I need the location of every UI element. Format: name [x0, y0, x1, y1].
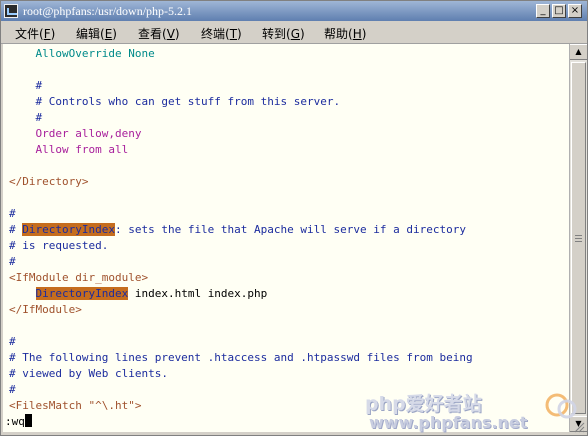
terminal-line: # The following lines prevent .htaccess … [9, 351, 473, 364]
terminal-line: # DirectoryIndex: sets the file that Apa… [9, 223, 466, 236]
title-bar[interactable]: root@phpfans:/usr/down/php-5.2.1 _ □ × [1, 1, 587, 21]
watermark-url: www.phpfans.net [369, 413, 528, 432]
menu-edit[interactable]: 编辑(E) [76, 25, 117, 42]
vim-command: :wq [5, 415, 25, 428]
scroll-up-arrow-icon[interactable]: ▲ [570, 44, 587, 60]
menu-view[interactable]: 查看(V) [138, 25, 180, 42]
grip-line [575, 235, 582, 236]
terminal-line: # [9, 79, 43, 92]
terminal-line: # viewed by Web clients. [9, 367, 168, 380]
menu-help[interactable]: 帮助(H) [324, 25, 366, 42]
terminal-line: AllowOverride None [9, 47, 155, 60]
grip-line [575, 238, 582, 239]
close-button[interactable]: × [568, 4, 582, 18]
command-line[interactable]: :wq [5, 414, 32, 430]
search-highlight: DirectoryIndex [22, 223, 115, 236]
terminal-line: # [9, 111, 43, 124]
terminal-line: # [9, 335, 16, 348]
terminal-window: root@phpfans:/usr/down/php-5.2.1 _ □ × 文… [0, 0, 588, 436]
terminal-line: Order allow,deny [9, 127, 142, 140]
window-title: root@phpfans:/usr/down/php-5.2.1 [23, 4, 193, 18]
terminal-line: </IfModule> [9, 303, 82, 316]
terminal-line: <IfModule dir_module> [9, 271, 149, 284]
menu-file[interactable]: 文件(F) [15, 25, 55, 42]
vertical-scrollbar[interactable]: ▲ ▼ [569, 44, 587, 432]
terminal-line: <FilesMatch "^\.ht"> [9, 399, 142, 412]
terminal-line: # [9, 383, 16, 396]
menu-terminal[interactable]: 终端(T) [201, 25, 242, 42]
watermark: php爱好者站 www.phpfans.net [365, 387, 587, 433]
terminal-text-area[interactable]: AllowOverride None # # Controls who can … [3, 44, 569, 432]
search-highlight: DirectoryIndex [35, 287, 129, 300]
minimize-button[interactable]: _ [536, 4, 550, 18]
scrollbar-thumb[interactable] [571, 62, 586, 414]
menu-bar: 文件(F) 编辑(E) 查看(V) 终端(T) 转到(G) 帮助(H) [1, 21, 587, 44]
text-cursor [24, 414, 32, 427]
resize-grip-icon[interactable] [573, 421, 585, 433]
terminal-line: # Controls who can get stuff from this s… [9, 95, 341, 108]
menu-goto[interactable]: 转到(G) [262, 25, 305, 42]
terminal-line: </Directory> [9, 175, 89, 188]
terminal-line: # is requested. [9, 239, 109, 252]
terminal-line: Allow from all [9, 143, 129, 156]
terminal-line: # [9, 207, 16, 220]
maximize-button[interactable]: □ [552, 4, 566, 18]
terminal-line: DirectoryIndex index.html index.php [35, 287, 268, 300]
grip-line [575, 241, 582, 242]
terminal-line: # [9, 255, 16, 268]
watermark-text: php爱好者站 [365, 393, 482, 415]
terminal-app-icon[interactable] [4, 4, 18, 18]
